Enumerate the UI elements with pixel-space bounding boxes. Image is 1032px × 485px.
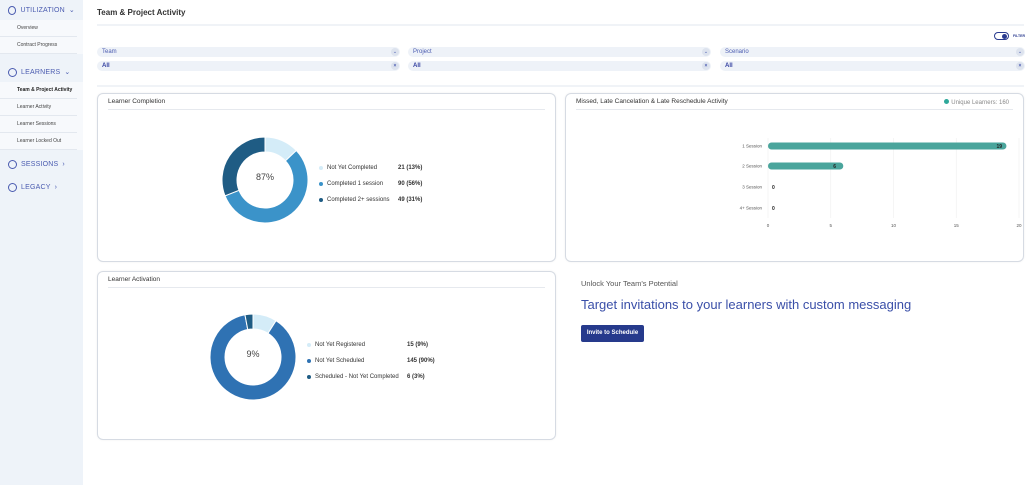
nav-sessions[interactable]: SESSIONS › [0,153,83,176]
chevron-down-icon[interactable]: ⌄ [391,48,399,56]
bar[interactable] [768,142,1007,150]
sidebar-item-learner-locked-out[interactable]: Learner Locked Out [0,133,77,150]
page-title: Team & Project Activity [97,8,186,17]
project-select[interactable]: Project ⌄ [408,47,711,57]
legend-dot [307,359,311,363]
main: Team & Project Activity FILTER Team ⌄ All… [83,0,1032,485]
legend-label: Completed 2+ sessions [327,197,390,203]
bar-value-label: 6 [833,164,836,170]
completion-legend: Not Yet Completed 21 (13%) Completed 1 ses… [319,160,449,208]
filter-label: FILTER [1013,34,1025,38]
nav-learners[interactable]: LEARNERS ⌄ [0,62,83,82]
bar-value-label: 0 [772,206,775,212]
chevron-right-icon: › [54,184,58,191]
donut-center-value: 9% [246,349,260,359]
legend-label: Completed 1 session [327,181,384,187]
scenario-select[interactable]: Scenario ⌄ [720,47,1025,57]
chevron-down-icon[interactable]: ⌄ [702,48,710,56]
team-select[interactable]: Team ⌄ [97,47,400,57]
bar-value-label: 19 [996,144,1002,150]
legend-label: Not Yet Scheduled [315,358,365,364]
legend-item: Completed 1 session 90 (56%) [319,176,449,192]
legend-label: Not Yet Completed [327,165,378,171]
x-tick-label: 5 [829,223,832,228]
y-tick-label: 2 Session [742,164,762,169]
chevron-down-icon: ⌄ [68,7,75,14]
utilization-icon [8,5,17,15]
chevron-right-icon: › [62,161,65,168]
team-value[interactable]: All × [97,61,400,71]
filter-toggle[interactable] [994,32,1009,40]
promo-subtitle: Unlock Your Team's Potential [581,279,678,288]
x-tick-label: 10 [891,223,897,228]
learner-completion-card: Learner Completion 87% Not Yet Completed… [97,93,556,262]
legend-item: Not Yet Completed 21 (13%) [319,160,449,176]
activation-legend: Not Yet Registered 15 (9%) Not Yet Schedul… [307,337,447,385]
legend-value: 90 (56%) [398,181,423,187]
legend-item: Completed 2+ sessions 49 (31%) [319,192,449,208]
card-title: Learner Activation [108,276,161,283]
chevron-down-icon[interactable]: ⌄ [1016,48,1024,56]
invite-to-schedule-button[interactable]: Invite to Schedule [581,325,644,342]
y-tick-label: 1 Session [742,144,762,149]
legend-label: Not Yet Registered [315,342,366,348]
legend-dot [307,375,311,379]
x-tick-label: 15 [954,223,960,228]
legend-value: 6 (3%) [407,374,425,380]
sidebar-item-learner-activity[interactable]: Learner Activity [0,99,77,116]
donut-slice[interactable] [221,136,266,197]
sidebar-item-learner-sessions[interactable]: Learner Sessions [0,116,77,133]
clear-icon[interactable]: × [1016,62,1024,70]
legend-value: 15 (9%) [407,342,429,348]
learners-icon [8,67,17,77]
sidebar-item-contract-progress[interactable]: Contract Progress [0,37,77,54]
x-tick-label: 20 [1016,223,1022,228]
legend-value: 21 (13%) [398,165,423,171]
legend-value: 145 (90%) [407,358,435,364]
y-tick-label: 4+ Session [740,206,763,211]
donut-center-value: 87% [255,172,274,182]
divider [97,24,1024,26]
divider [97,85,1024,87]
x-tick-label: 0 [767,223,770,228]
bar[interactable] [768,162,844,170]
legend-label: Scheduled - Not Yet Completed [315,374,399,380]
legend-dot [319,166,323,170]
chevron-down-icon: ⌄ [64,69,71,76]
sidebar-item-overview[interactable]: Overview [0,20,77,37]
legend-item: Scheduled - Not Yet Completed 6 (3%) [307,369,447,385]
legend-dot [307,343,311,347]
nav-legacy[interactable]: LEGACY › [0,176,83,199]
sidebar: UTILIZATION ⌄ Overview Contract Progress … [0,0,83,485]
clear-icon[interactable]: × [391,62,399,70]
legend-value: 49 (31%) [398,197,423,203]
missed-activity-card: Missed, Late Cancelation & Late Reschedu… [565,93,1024,262]
promo-headline: Target invitations to your learners with… [581,297,912,312]
legend-item: Not Yet Registered 15 (9%) [307,337,447,353]
clear-icon[interactable]: × [702,62,710,70]
project-value[interactable]: All × [408,61,711,71]
sessions-icon [8,160,17,169]
legend-item: Not Yet Scheduled 145 (90%) [307,353,447,369]
y-tick-label: 3 Session [742,185,762,190]
nav-utilization[interactable]: UTILIZATION ⌄ [0,0,83,20]
bar-chart: 0 5 10 15 20 1 Session 19 2 Session 6 3 Session 0 4… [740,138,1022,228]
card-title: Learner Completion [108,98,166,105]
sidebar-item-team-project-activity[interactable]: Team & Project Activity [0,82,77,99]
bar-value-label: 0 [772,185,775,191]
legend-dot [319,182,323,186]
legacy-icon [8,183,17,192]
legend-dot [319,198,323,202]
scenario-value[interactable]: All × [720,61,1025,71]
learner-activation-card: Learner Activation 9% Not Yet Registered… [97,271,556,440]
